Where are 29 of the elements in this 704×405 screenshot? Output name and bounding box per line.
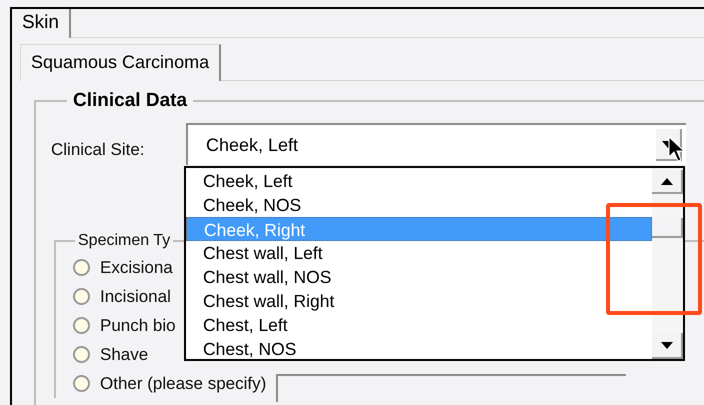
radio-button[interactable] <box>73 288 90 305</box>
dropdown-option[interactable]: Chest wall, Left <box>186 241 652 265</box>
radio-label: Excisiona <box>100 256 173 279</box>
group-title: Specimen Ty <box>77 231 172 251</box>
cursor-icon <box>668 136 684 162</box>
group-title: Clinical Data <box>72 88 188 112</box>
radio-button[interactable] <box>73 375 90 392</box>
up-arrow-icon <box>660 178 672 184</box>
scrollbar[interactable] <box>652 168 683 359</box>
dropdown-option[interactable]: Chest, NOS <box>186 337 652 361</box>
clinical-site-dropdown[interactable]: Cheek, Left <box>186 123 686 165</box>
dropdown-option[interactable]: Cheek, Left <box>186 169 652 193</box>
dropdown-option[interactable]: Cheek, NOS <box>186 193 652 217</box>
radio-button[interactable] <box>73 317 90 334</box>
down-arrow-icon <box>660 342 672 348</box>
dropdown-option[interactable]: Chest wall, Right <box>186 289 652 313</box>
radio-button[interactable] <box>73 259 90 276</box>
scroll-down-button[interactable] <box>652 333 683 359</box>
scroll-up-button[interactable] <box>652 170 683 194</box>
radio-label: Incisional <box>100 286 171 308</box>
radio-label: Shave <box>100 344 148 366</box>
radio-button[interactable] <box>73 346 90 363</box>
tab[interactable]: Squamous Carcinoma <box>20 44 222 80</box>
dropdown-option[interactable]: Chest wall, NOS <box>186 265 652 289</box>
radio-label: Other (please specify) <box>100 372 266 395</box>
field-label: Clinical Site: <box>51 139 146 161</box>
dropdown-option[interactable]: Chest, Left <box>186 313 652 337</box>
scroll-thumb[interactable] <box>652 218 683 238</box>
radio-label: Punch bio <box>100 314 176 337</box>
